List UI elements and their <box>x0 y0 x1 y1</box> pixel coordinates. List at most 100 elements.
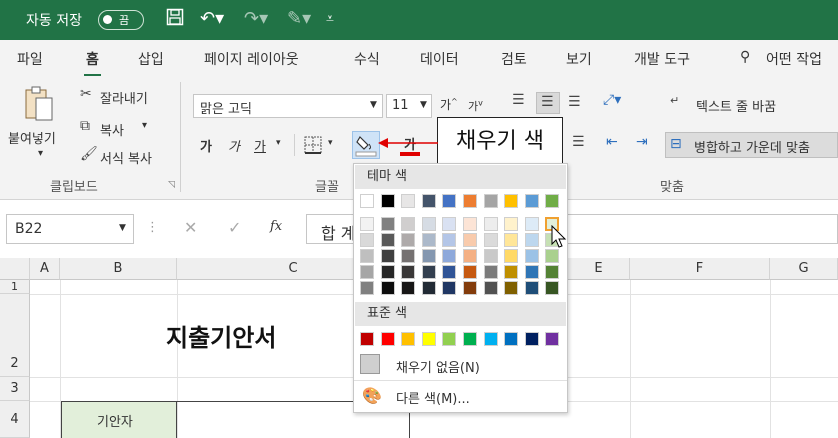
tab-developer[interactable]: 개발 도구 <box>634 49 690 69</box>
color-swatch[interactable] <box>504 249 519 263</box>
color-swatch[interactable] <box>360 194 374 208</box>
color-swatch[interactable] <box>463 332 477 346</box>
color-swatch[interactable] <box>421 265 436 279</box>
color-swatch[interactable] <box>360 217 374 231</box>
align-right-icon[interactable]: ☰ <box>572 134 585 150</box>
tab-home[interactable]: 홈 <box>84 49 101 77</box>
column-header-g[interactable]: G <box>770 258 838 280</box>
decrease-indent-icon[interactable]: ⇤ <box>606 134 618 150</box>
tab-file[interactable]: 파일 <box>17 49 43 69</box>
font-name-field[interactable]: 맑은 고딕 ▼ <box>193 94 383 118</box>
bold-button[interactable]: 가 <box>200 136 212 155</box>
color-swatch[interactable] <box>545 281 560 295</box>
redo-icon[interactable]: ↷▾ <box>244 8 268 29</box>
color-swatch[interactable] <box>483 332 498 346</box>
color-swatch[interactable] <box>421 217 436 231</box>
copy-button[interactable]: 복사 <box>100 120 124 139</box>
grow-font-button[interactable]: 가^ <box>440 96 458 113</box>
paste-icon[interactable] <box>24 84 54 128</box>
color-swatch[interactable] <box>401 249 416 263</box>
row-header-2[interactable]: 2 <box>0 294 30 377</box>
format-painter-icon[interactable]: 🖌 <box>80 146 98 162</box>
color-swatch[interactable] <box>380 194 395 208</box>
color-swatch[interactable] <box>401 233 416 247</box>
color-swatch[interactable] <box>380 332 395 346</box>
color-swatch[interactable] <box>545 194 560 208</box>
color-swatch[interactable] <box>524 265 539 279</box>
row-header-4[interactable]: 4 <box>0 401 30 438</box>
no-fill-option[interactable]: 채우기 없음(N) <box>396 357 480 376</box>
align-middle-button[interactable]: ☰ <box>536 92 560 114</box>
merge-center-button[interactable]: ⊟ 병합하고 가운데 맞춤 <box>665 132 838 158</box>
row-header-3[interactable]: 3 <box>0 377 30 401</box>
color-swatch[interactable] <box>421 332 436 346</box>
tab-formulas[interactable]: 수식 <box>354 49 380 69</box>
color-swatch[interactable] <box>545 249 560 263</box>
chevron-down-icon[interactable]: ▼ <box>119 223 126 233</box>
align-bottom-icon[interactable]: ☰ <box>568 94 581 110</box>
color-swatch[interactable] <box>504 281 519 295</box>
color-swatch[interactable] <box>483 249 498 263</box>
border-icon[interactable] <box>304 136 322 158</box>
color-swatch[interactable] <box>545 265 560 279</box>
tab-review[interactable]: 검토 <box>501 49 527 69</box>
underline-dropdown-icon[interactable]: ▾ <box>276 138 281 148</box>
color-swatch[interactable] <box>483 194 498 208</box>
format-painter-button[interactable]: 서식 복사 <box>100 148 152 167</box>
underline-button[interactable]: 가 <box>254 136 266 155</box>
color-swatch[interactable] <box>524 217 539 231</box>
orientation-icon[interactable]: ⤢▾ <box>603 92 621 108</box>
color-swatch[interactable] <box>442 265 457 279</box>
column-header-f[interactable]: F <box>630 258 770 280</box>
color-swatch[interactable] <box>421 249 436 263</box>
align-top-icon[interactable]: ☰ <box>512 92 525 108</box>
search-tell-me[interactable]: 어떤 작업 <box>766 49 822 69</box>
copy-icon[interactable]: ⧉ <box>80 118 90 134</box>
copy-dropdown-icon[interactable]: ▾ <box>142 120 147 131</box>
color-swatch[interactable] <box>463 265 477 279</box>
color-swatch[interactable] <box>463 281 477 295</box>
color-swatch[interactable] <box>380 249 395 263</box>
tab-view[interactable]: 보기 <box>566 49 592 69</box>
color-swatch[interactable] <box>524 233 539 247</box>
cut-icon[interactable]: ✂ <box>80 86 92 102</box>
color-swatch[interactable] <box>442 281 457 295</box>
color-swatch[interactable] <box>401 265 416 279</box>
chevron-down-icon[interactable]: ▼ <box>420 100 427 110</box>
increase-indent-icon[interactable]: ⇥ <box>636 134 648 150</box>
color-swatch[interactable] <box>483 265 498 279</box>
color-swatch[interactable] <box>463 217 477 231</box>
enter-icon[interactable]: ✓ <box>228 218 241 237</box>
color-swatch[interactable] <box>360 249 374 263</box>
color-swatch[interactable] <box>421 281 436 295</box>
color-swatch[interactable] <box>401 194 416 208</box>
tab-insert[interactable]: 삽입 <box>138 49 164 69</box>
tab-data[interactable]: 데이터 <box>420 49 459 69</box>
shrink-font-button[interactable]: 가v <box>468 98 483 114</box>
color-swatch[interactable] <box>524 249 539 263</box>
column-header-a[interactable]: A <box>30 258 60 280</box>
color-swatch[interactable] <box>380 265 395 279</box>
color-swatch[interactable] <box>483 281 498 295</box>
border-dropdown-icon[interactable]: ▾ <box>328 138 333 148</box>
color-swatch[interactable] <box>401 281 416 295</box>
chevron-down-icon[interactable]: ▼ <box>370 100 377 110</box>
cancel-icon[interactable]: ✕ <box>184 218 197 237</box>
color-swatch[interactable] <box>504 194 519 208</box>
paste-dropdown-icon[interactable]: ▾ <box>38 148 43 159</box>
color-swatch[interactable] <box>360 332 374 346</box>
select-all-corner[interactable] <box>0 258 30 280</box>
color-swatch[interactable] <box>483 217 498 231</box>
italic-button[interactable]: 가 <box>228 136 240 155</box>
sheet-title-cell[interactable]: 지출기안서 <box>166 318 276 353</box>
color-swatch[interactable] <box>421 233 436 247</box>
color-swatch[interactable] <box>401 332 416 346</box>
paste-button[interactable]: 붙여넣기 <box>8 128 56 147</box>
color-swatch[interactable] <box>442 217 457 231</box>
color-swatch[interactable] <box>463 249 477 263</box>
color-swatch[interactable] <box>442 332 457 346</box>
color-swatch[interactable] <box>504 233 519 247</box>
color-swatch[interactable] <box>421 194 436 208</box>
name-box[interactable]: B22 ▼ <box>6 214 134 244</box>
color-swatch[interactable] <box>463 194 477 208</box>
